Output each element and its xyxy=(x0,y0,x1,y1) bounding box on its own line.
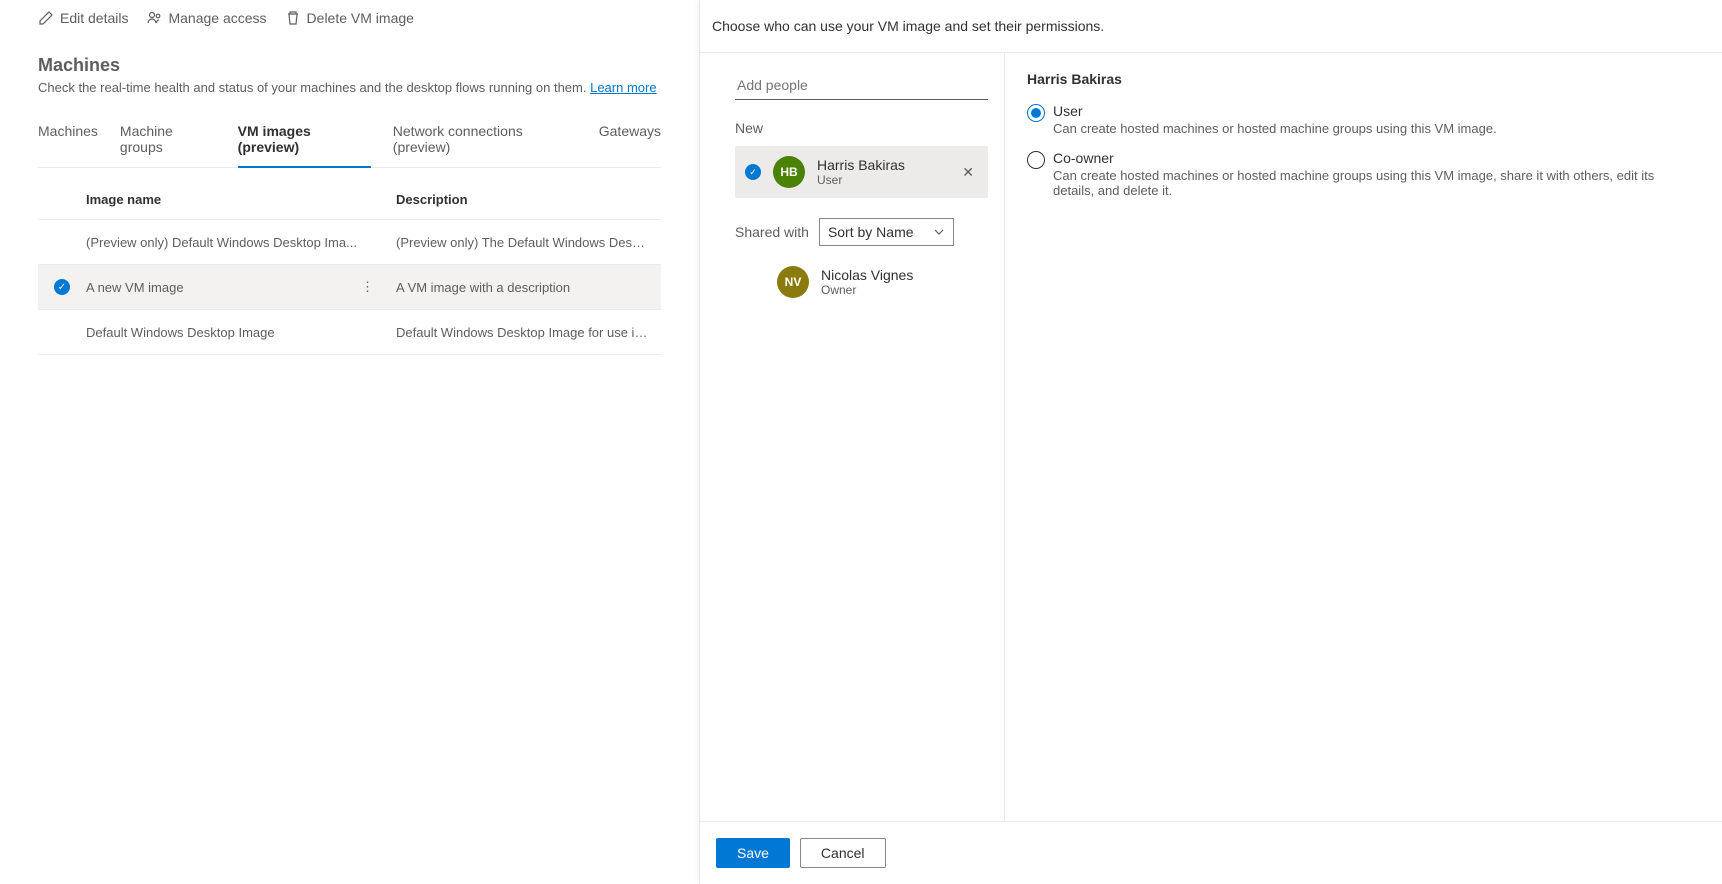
row-name: A new VM image xyxy=(86,280,361,295)
radio-option-user[interactable]: User Can create hosted machines or hosted… xyxy=(1027,103,1692,136)
panel-header: Choose who can use your VM image and set… xyxy=(700,0,1722,53)
manage-access-panel: Choose who can use your VM image and set… xyxy=(700,0,1722,884)
tab-gateways[interactable]: Gateways xyxy=(599,113,661,167)
command-bar: Edit details Manage access Delete VM ima… xyxy=(0,0,699,37)
delete-vm-button[interactable]: Delete VM image xyxy=(285,10,414,26)
chevron-down-icon xyxy=(933,226,945,238)
people-icon xyxy=(146,10,162,26)
person-row[interactable]: NV Nicolas VignesOwner xyxy=(735,256,988,308)
person-role: Owner xyxy=(821,283,978,297)
delete-vm-label: Delete VM image xyxy=(307,10,414,26)
col-image-name[interactable]: Image name xyxy=(86,192,396,207)
col-description[interactable]: Description xyxy=(396,192,661,207)
tab-machines[interactable]: Machines xyxy=(38,113,98,167)
tabs: Machines Machine groups VM images (preview… xyxy=(38,113,661,168)
manage-access-button[interactable]: Manage access xyxy=(146,10,266,26)
radio-option-co-owner[interactable]: Co-owner Can create hosted machines or ho… xyxy=(1027,150,1692,198)
more-icon[interactable]: ⋮ xyxy=(361,279,374,294)
row-name: Default Windows Desktop Image xyxy=(86,325,361,340)
tab-machine-groups[interactable]: Machine groups xyxy=(120,113,216,167)
avatar: HB xyxy=(773,156,805,188)
row-name: (Preview only) Default Windows Desktop I… xyxy=(86,235,361,250)
save-button[interactable]: Save xyxy=(716,838,790,868)
radio-description: Can create hosted machines or hosted mac… xyxy=(1053,168,1692,198)
row-description: Default Windows Desktop Image for use in… xyxy=(396,325,661,340)
page-title: Machines xyxy=(38,55,661,76)
table-row[interactable]: ✓ A new VM image⋮ A VM image with a descri… xyxy=(38,265,661,310)
tab-network-connections-preview-[interactable]: Network connections (preview) xyxy=(393,113,577,167)
avatar: NV xyxy=(777,266,809,298)
edit-details-button[interactable]: Edit details xyxy=(38,10,128,26)
row-description: A VM image with a description xyxy=(396,280,661,295)
cancel-button[interactable]: Cancel xyxy=(800,838,886,868)
table-header: Image name Description xyxy=(38,180,661,220)
sort-select[interactable]: Sort by Name xyxy=(819,218,954,246)
check-icon: ✓ xyxy=(745,164,761,180)
trash-icon xyxy=(285,10,301,26)
manage-access-label: Manage access xyxy=(168,10,266,26)
radio-icon xyxy=(1027,151,1045,169)
tab-vm-images-preview-[interactable]: VM images (preview) xyxy=(238,113,371,167)
person-name: Harris Bakiras xyxy=(817,157,946,173)
radio-label: User xyxy=(1053,103,1497,119)
radio-description: Can create hosted machines or hosted mac… xyxy=(1053,121,1497,136)
new-section-label: New xyxy=(735,120,988,136)
table-row[interactable]: (Preview only) Default Windows Desktop I… xyxy=(38,220,661,265)
row-description: (Preview only) The Default Windows Deskt… xyxy=(396,235,661,250)
person-row[interactable]: ✓ HB Harris BakirasUser ✕ xyxy=(735,146,988,198)
edit-details-label: Edit details xyxy=(60,10,128,26)
shared-with-label: Shared with xyxy=(735,224,809,240)
add-people-input[interactable] xyxy=(735,71,988,100)
pencil-icon xyxy=(38,10,54,26)
check-icon: ✓ xyxy=(54,279,70,295)
person-name: Nicolas Vignes xyxy=(821,267,978,283)
table-row[interactable]: Default Windows Desktop Image Default Win… xyxy=(38,310,661,355)
radio-icon xyxy=(1027,104,1045,122)
person-role: User xyxy=(817,173,946,187)
page-subtitle: Check the real-time health and status of… xyxy=(38,80,661,95)
selected-person-title: Harris Bakiras xyxy=(1027,71,1692,87)
learn-more-link[interactable]: Learn more xyxy=(590,80,656,95)
close-icon[interactable]: ✕ xyxy=(958,160,978,185)
radio-label: Co-owner xyxy=(1053,150,1692,166)
